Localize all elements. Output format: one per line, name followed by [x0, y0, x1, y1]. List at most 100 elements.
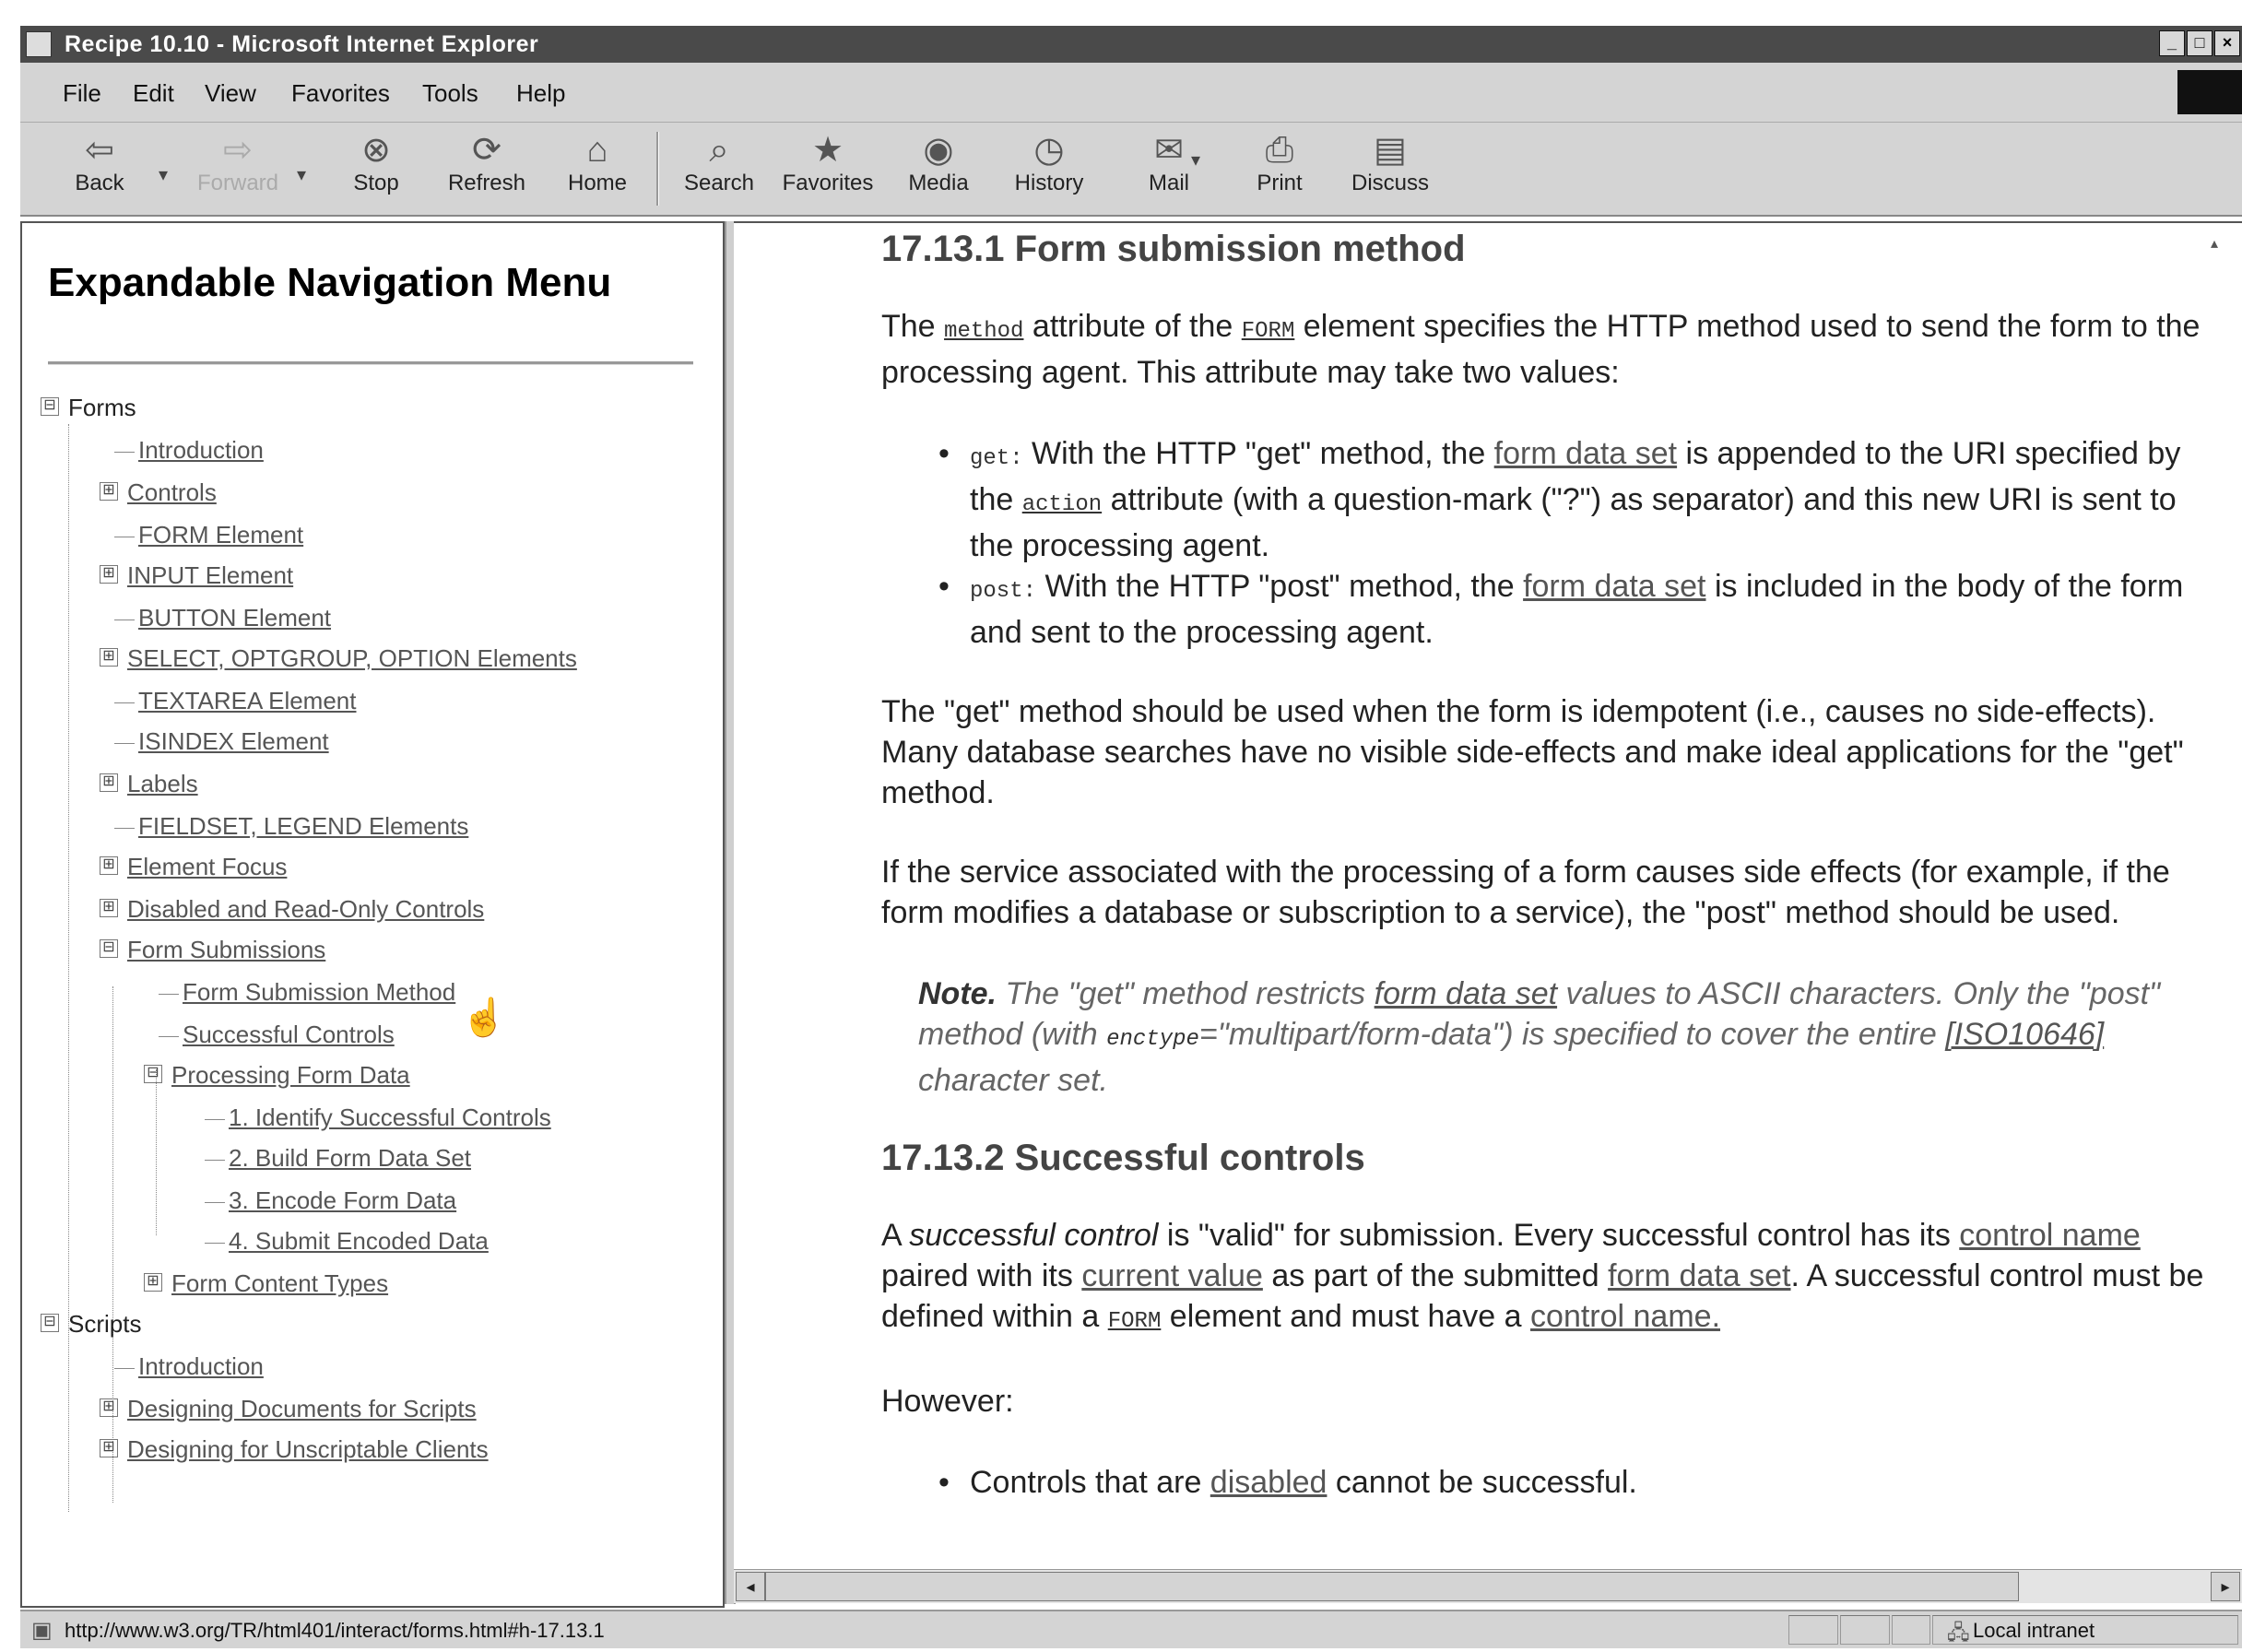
tree-label[interactable]: SELECT, OPTGROUP, OPTION Elements: [127, 644, 577, 672]
tree-node-scripts[interactable]: ⊟ Scripts: [41, 1305, 141, 1342]
control-name-link[interactable]: control name: [1959, 1218, 2141, 1253]
collapse-icon[interactable]: ⊟: [41, 397, 59, 417]
form-data-set-link[interactable]: form data set: [1375, 976, 1557, 1011]
expand-icon[interactable]: ⊞: [100, 899, 118, 918]
expand-icon[interactable]: ⊞: [100, 482, 118, 502]
tree-link-build-form-data-set[interactable]: 2. Build Form Data Set: [205, 1139, 471, 1176]
expand-icon[interactable]: ⊞: [100, 648, 118, 667]
scroll-up-indicator-icon[interactable]: ▴: [2211, 234, 2229, 252]
menu-tools[interactable]: Tools: [422, 79, 478, 108]
expand-icon[interactable]: ⊞: [100, 1439, 118, 1458]
menu-edit[interactable]: Edit: [133, 79, 174, 108]
minimize-button[interactable]: _: [2159, 30, 2185, 56]
disabled-link[interactable]: disabled: [1210, 1465, 1328, 1500]
tree-label[interactable]: ISINDEX Element: [138, 727, 329, 755]
tree-label[interactable]: Designing Documents for Scripts: [127, 1395, 477, 1422]
history-button[interactable]: ◷ History: [1003, 130, 1095, 209]
menu-help[interactable]: Help: [516, 79, 565, 108]
tree-node-disabled-readonly[interactable]: ⊞ Disabled and Read-Only Controls: [100, 891, 484, 927]
tree-link-button-element[interactable]: BUTTON Element: [114, 599, 331, 636]
tree-label[interactable]: Successful Controls: [183, 1021, 395, 1048]
tree-node-labels[interactable]: ⊞ Labels: [100, 765, 198, 802]
tree-label[interactable]: Disabled and Read-Only Controls: [127, 895, 484, 923]
tree-label[interactable]: BUTTON Element: [138, 604, 331, 631]
tree-label[interactable]: Element Focus: [127, 853, 287, 880]
control-name-link[interactable]: control name.: [1530, 1299, 1720, 1334]
discuss-button[interactable]: ▤ Discuss: [1344, 130, 1436, 209]
tree-label[interactable]: 4. Submit Encoded Data: [229, 1227, 489, 1255]
iso10646-link[interactable]: [ISO10646]: [1945, 1017, 2104, 1052]
form-data-set-link[interactable]: form data set: [1523, 569, 1705, 604]
close-button[interactable]: ×: [2214, 30, 2240, 56]
tree-link-fieldset-legend[interactable]: FIELDSET, LEGEND Elements: [114, 808, 468, 844]
tree-link-isindex-element[interactable]: ISINDEX Element: [114, 723, 329, 760]
menu-view[interactable]: View: [205, 79, 256, 108]
tree-link-successful-controls[interactable]: Successful Controls: [159, 1016, 395, 1053]
tree-node-form-content-types[interactable]: ⊞ Form Content Types: [144, 1265, 388, 1302]
collapse-icon[interactable]: ⊟: [100, 939, 118, 959]
tree-node-input-element[interactable]: ⊞ INPUT Element: [100, 557, 293, 594]
tree-node-form-submissions[interactable]: ⊟ Form Submissions: [100, 931, 325, 968]
tree-node-select-elements[interactable]: ⊞ SELECT, OPTGROUP, OPTION Elements: [100, 640, 577, 677]
expand-icon[interactable]: ⊞: [144, 1273, 162, 1292]
maximize-button[interactable]: □: [2187, 30, 2212, 56]
tree-node-processing-form-data[interactable]: ⊟ Processing Form Data: [144, 1056, 410, 1093]
tree-label[interactable]: 2. Build Form Data Set: [229, 1144, 471, 1172]
tree-link-textarea-element[interactable]: TEXTAREA Element: [114, 682, 357, 719]
tree-node-designing-unscriptable-clients[interactable]: ⊞ Designing for Unscriptable Clients: [100, 1431, 489, 1468]
mail-dropdown-icon[interactable]: ▾: [1191, 148, 1200, 171]
form-element-link[interactable]: FORM: [1108, 1309, 1162, 1334]
form-data-set-link[interactable]: form data set: [1608, 1258, 1790, 1293]
tree-label[interactable]: Form Content Types: [171, 1269, 388, 1297]
tree-node-element-focus[interactable]: ⊞ Element Focus: [100, 848, 287, 885]
navigation-frame[interactable]: Expandable Navigation Menu ⊟ Forms Introd…: [20, 221, 725, 1608]
expand-icon[interactable]: ⊞: [100, 1398, 118, 1418]
tree-label[interactable]: FIELDSET, LEGEND Elements: [138, 812, 468, 840]
tree-node-controls[interactable]: ⊞ Controls: [100, 474, 217, 511]
mail-button[interactable]: ✉ Mail: [1123, 130, 1215, 209]
content-frame[interactable]: 17.13.1 Form submission method The metho…: [734, 221, 2242, 1571]
tree-node-forms[interactable]: ⊟ Forms: [41, 389, 136, 426]
refresh-button[interactable]: ⟳ Refresh: [441, 130, 533, 209]
tree-link-form-element[interactable]: FORM Element: [114, 516, 303, 553]
scroll-left-icon[interactable]: ◂: [736, 1572, 765, 1601]
forward-button[interactable]: ⇨ Forward: [192, 130, 284, 209]
forward-dropdown-icon[interactable]: ▾: [297, 163, 306, 186]
tree-node-designing-documents-for-scripts[interactable]: ⊞ Designing Documents for Scripts: [100, 1390, 477, 1427]
stop-button[interactable]: ⊗ Stop: [330, 130, 422, 209]
collapse-icon[interactable]: ⊟: [144, 1065, 162, 1084]
expand-icon[interactable]: ⊞: [100, 856, 118, 876]
search-button[interactable]: ⌕ Search: [673, 130, 765, 209]
tree-link-submit-encoded-data[interactable]: 4. Submit Encoded Data: [205, 1222, 489, 1259]
tree-label[interactable]: 3. Encode Form Data: [229, 1186, 456, 1214]
scroll-right-icon[interactable]: ▸: [2211, 1572, 2240, 1601]
tree-label[interactable]: TEXTAREA Element: [138, 687, 357, 714]
method-attr-link[interactable]: method: [944, 319, 1023, 344]
tree-label[interactable]: Designing for Unscriptable Clients: [127, 1435, 489, 1463]
collapse-icon[interactable]: ⊟: [41, 1314, 59, 1333]
form-element-link[interactable]: FORM: [1242, 319, 1295, 344]
form-data-set-link[interactable]: form data set: [1494, 436, 1677, 471]
tree-link-scripts-introduction[interactable]: Introduction: [114, 1348, 264, 1385]
tree-label[interactable]: Labels: [127, 770, 198, 797]
back-dropdown-icon[interactable]: ▾: [159, 163, 168, 186]
expand-icon[interactable]: ⊞: [100, 565, 118, 584]
tree-label[interactable]: Processing Form Data: [171, 1061, 410, 1089]
tree-link-encode-form-data[interactable]: 3. Encode Form Data: [205, 1182, 456, 1219]
action-attr-link[interactable]: action: [1022, 492, 1102, 517]
tree-link-identify-successful-controls[interactable]: 1. Identify Successful Controls: [205, 1099, 551, 1136]
media-button[interactable]: ◉ Media: [892, 130, 985, 209]
tree-label[interactable]: FORM Element: [138, 521, 303, 549]
tree-label[interactable]: Introduction: [138, 436, 264, 464]
tree-label[interactable]: INPUT Element: [127, 561, 293, 589]
horizontal-scrollbar[interactable]: ◂ ▸: [734, 1569, 2242, 1603]
home-button[interactable]: ⌂ Home: [551, 130, 643, 209]
back-button[interactable]: ⇦ Back: [53, 130, 146, 209]
tree-label[interactable]: Controls: [127, 478, 217, 506]
tree-label[interactable]: Form Submissions: [127, 936, 325, 963]
tree-label[interactable]: Introduction: [138, 1352, 264, 1380]
favorites-button[interactable]: ★ Favorites: [782, 130, 874, 209]
tree-link-form-submission-method[interactable]: Form Submission Method: [159, 974, 455, 1010]
scrollbar-thumb[interactable]: [765, 1572, 2019, 1601]
tree-label[interactable]: 1. Identify Successful Controls: [229, 1103, 551, 1131]
